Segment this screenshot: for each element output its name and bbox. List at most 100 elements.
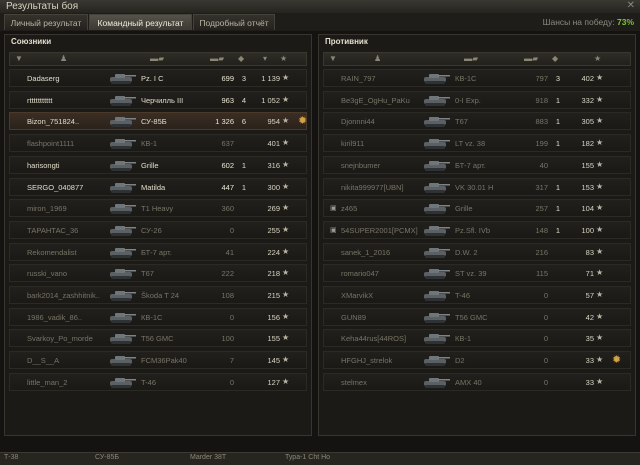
player-row[interactable]: Bizon_751824.. СУ-85Б 1 326 6 954 ★ ✹ <box>9 112 307 131</box>
tank-icon <box>108 72 138 85</box>
achievement-medal-icon[interactable]: ✹ <box>612 353 621 366</box>
star-icon: ★ <box>596 116 604 126</box>
player-col-icon[interactable]: ♟ <box>60 54 67 63</box>
allies-title: Союзники <box>11 37 52 46</box>
player-row[interactable]: D__S__A FCM36Pak40 7 145 ★ <box>9 351 307 370</box>
tank-col-icon[interactable]: ▬▰ <box>150 54 164 63</box>
star-icon: ★ <box>282 159 290 169</box>
damage-value: 0 <box>543 377 548 387</box>
xp-value: 402 <box>581 74 594 83</box>
tank-name: СУ-26 <box>141 225 162 235</box>
frags-value: 1 <box>555 139 561 149</box>
tank-icon <box>108 289 138 302</box>
close-icon[interactable]: ✕ <box>627 0 635 11</box>
player-row[interactable]: ТАРАНТАС_36 СУ-26 0 255 ★ <box>9 220 307 239</box>
xp-value: 224 <box>267 247 280 257</box>
damage-value: 199 <box>535 139 548 149</box>
enemies-table-header: ▼ ♟ ▬▰ ▬▰ ◆ ★ <box>323 52 631 66</box>
platoon-col-icon[interactable]: ▼ <box>15 54 23 63</box>
damage-value: 0 <box>543 312 548 322</box>
frags-value: 1 <box>241 182 247 192</box>
player-row[interactable]: nikita999977[UBN] VK 30.01 H 317 1 153 ★ <box>323 177 631 196</box>
tank-name: КВ-1С <box>455 74 477 83</box>
win-chance-label: Шансы на победу: <box>542 17 615 27</box>
tank-col-icon[interactable]: ▬▰ <box>464 54 478 63</box>
status-item: Marder 38T <box>190 454 227 461</box>
player-row[interactable]: Be3gE_OgHu_PaKu 0-I Exp. 918 1 332 ★ <box>323 90 631 109</box>
tab-detailed-report[interactable]: Подробный отчёт <box>193 14 275 30</box>
xp-value: 316 <box>267 160 280 170</box>
tab-team-result[interactable]: Командный результат <box>89 14 192 30</box>
tank-icon <box>422 94 452 107</box>
title-bar: Результаты боя ✕ <box>0 0 640 14</box>
achievement-medal-icon[interactable]: ✹ <box>298 114 307 127</box>
damage-value: 108 <box>221 291 234 300</box>
tank-name: T56 GMC <box>141 334 174 344</box>
tank-icon <box>422 289 452 302</box>
star-icon: ★ <box>282 138 290 148</box>
tank-name: Škoda T 24 <box>141 291 180 300</box>
tank-name: FCM36Pak40 <box>141 356 187 366</box>
player-row[interactable]: stelmex AMX 40 0 33 ★ <box>323 372 631 391</box>
player-row[interactable]: Rekomendalist БТ-7 арт. 41 224 ★ <box>9 242 307 261</box>
damage-value: 0 <box>229 312 234 322</box>
player-row[interactable]: GUN89 T56 GMC 0 42 ★ <box>323 307 631 326</box>
player-row[interactable]: XMarvikX T-46 0 57 ★ <box>323 286 631 304</box>
sort-icon[interactable]: ▾ <box>263 54 267 63</box>
platoon-col-icon[interactable]: ▼ <box>329 54 337 63</box>
platoon-icon: ▣ <box>330 205 337 213</box>
player-row[interactable]: ▣ 54SUPER2001[PCMX] Pz.Sfl. IVb 148 1 100 ★ <box>323 220 631 239</box>
damage-value: 447 <box>221 182 234 192</box>
damage-col-icon[interactable]: ▬▰ <box>210 54 224 63</box>
player-row[interactable]: little_man_2 T-46 0 127 ★ <box>9 372 307 391</box>
enemies-title: Противник <box>325 37 368 46</box>
tank-icon <box>422 202 452 215</box>
star-icon: ★ <box>282 224 290 234</box>
player-row[interactable]: sanek_1_2016 D.W. 2 216 83 ★ <box>323 242 631 261</box>
xp-col-icon[interactable]: ★ <box>280 54 287 63</box>
damage-col-icon[interactable]: ▬▰ <box>524 54 538 63</box>
player-row[interactable]: romario047 ST vz. 39 115 71 ★ <box>323 264 631 283</box>
xp-value: 1 139 <box>261 74 280 83</box>
frags-value: 1 <box>555 117 561 127</box>
star-icon: ★ <box>282 333 290 343</box>
player-row[interactable]: ▣ z465 Grille 257 1 104 ★ <box>323 199 631 218</box>
frags-col-icon[interactable]: ◆ <box>238 54 244 63</box>
player-row[interactable]: Dadaserg Pz. I C 699 3 1 139 ★ <box>9 69 307 87</box>
xp-value: 127 <box>267 377 280 387</box>
tank-icon <box>422 332 452 345</box>
allies-panel: Союзники ▼ ♟ ▬▰ ▬▰ ◆ ▾ ★ Dadaserg Pz. I C… <box>4 34 312 436</box>
player-row[interactable]: bark2014_zashhitnik.. Škoda T 24 108 215 ★ <box>9 286 307 304</box>
player-row[interactable]: SERGO_040877 Matilda 447 1 300 ★ <box>9 177 307 196</box>
star-icon: ★ <box>596 268 604 278</box>
xp-value: 57 <box>585 291 594 300</box>
star-icon: ★ <box>596 203 604 213</box>
star-icon: ★ <box>282 355 290 365</box>
player-row[interactable]: Svarkoy_Po_morde T56 GMC 100 155 ★ <box>9 329 307 348</box>
status-bar: Т-38 СУ-85Б Marder 38T Тура-1 Cht Ho <box>0 452 640 465</box>
xp-value: 1 052 <box>261 95 280 105</box>
tank-name: T-46 <box>455 291 471 300</box>
player-row[interactable]: miron_1969 T1 Heavy 360 269 ★ <box>9 199 307 218</box>
player-row[interactable]: harisongti Grille 602 1 316 ★ <box>9 155 307 174</box>
player-row[interactable]: RAIN_797 КВ-1С 797 3 402 ★ <box>323 69 631 87</box>
player-row[interactable]: rttttttttttt Черчилль III 963 4 1 052 ★ <box>9 90 307 109</box>
player-row[interactable]: flashpoint1111 КВ-1 637 401 ★ <box>9 134 307 153</box>
player-row[interactable]: HFGHJ_strelok D2 0 33 ★ ✹ <box>323 351 631 370</box>
player-col-icon[interactable]: ♟ <box>374 54 381 63</box>
star-icon: ★ <box>596 159 604 169</box>
xp-value: 218 <box>267 269 280 279</box>
player-row[interactable]: russki_vano T67 222 218 ★ <box>9 264 307 283</box>
frags-col-icon[interactable]: ◆ <box>552 54 558 63</box>
player-row[interactable]: 1986_vadik_86.. КВ-1С 0 156 ★ <box>9 307 307 326</box>
tank-icon <box>108 224 138 237</box>
player-row[interactable]: Djonnni44 T67 883 1 305 ★ <box>323 112 631 131</box>
damage-value: 1 326 <box>215 117 234 127</box>
frags-value: 1 <box>555 95 561 105</box>
player-row[interactable]: snejnbumer БТ-7 арт. 40 155 ★ <box>323 155 631 174</box>
player-row[interactable]: kiril911 LT vz. 38 199 1 182 ★ <box>323 134 631 153</box>
tank-name: 0-I Exp. <box>455 95 481 105</box>
player-row[interactable]: Keha44rus[44ROS] КВ-1 0 35 ★ <box>323 329 631 348</box>
xp-col-icon[interactable]: ★ <box>594 54 601 63</box>
tab-personal-result[interactable]: Личный результат <box>4 14 88 30</box>
